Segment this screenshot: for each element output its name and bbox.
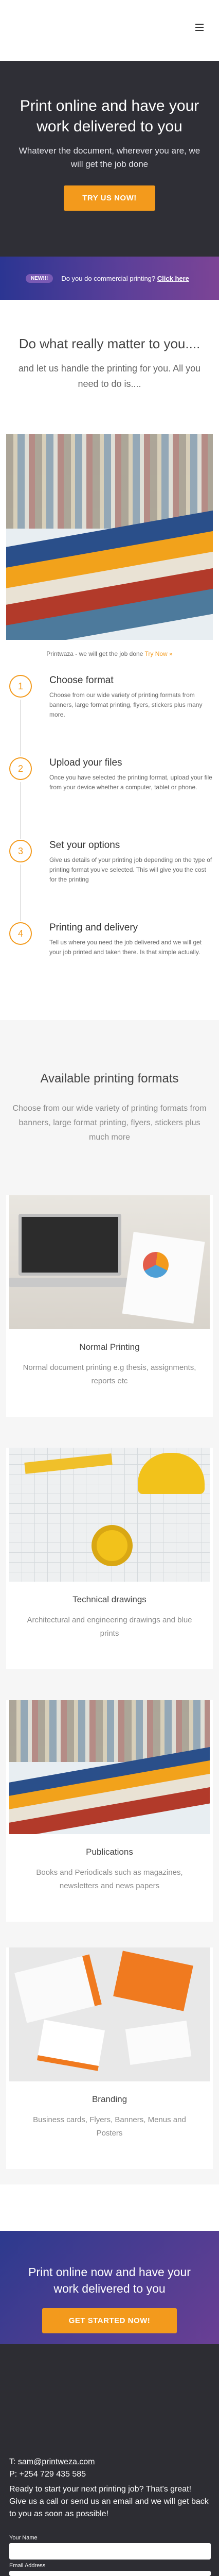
top-bar — [0, 0, 219, 61]
name-field[interactable] — [9, 2543, 211, 2560]
step-text: Once you have selected the printing form… — [49, 774, 212, 791]
blueprint-photo — [9, 1448, 210, 1582]
hero-section: Print online and have your work delivere… — [0, 61, 219, 257]
hero-title: Print online and have your work delivere… — [20, 97, 199, 135]
contact-email-line: T: sam@printweza.com — [9, 2458, 95, 2467]
contact-blurb: Ready to start your next printing job? T… — [9, 2485, 209, 2518]
step-number: 2 — [9, 757, 32, 780]
get-started-button[interactable]: GET STARTED NOW! — [42, 2308, 177, 2333]
format-card-normal-printing[interactable]: Normal Printing Normal document printing… — [6, 1195, 213, 1417]
step-title: Set your options — [49, 840, 120, 851]
step-upload-files: 2 Upload your files Once you have select… — [9, 757, 215, 839]
laptop-photo — [9, 1195, 210, 1329]
step-text: Give us details of your printing job dep… — [49, 856, 212, 883]
step-title: Choose format — [49, 675, 114, 686]
card-title: Normal Printing — [79, 1342, 140, 1352]
hero-subtitle: Whatever the document, wherever you are,… — [19, 146, 200, 169]
card-text: Normal document printing e.g thesis, ass… — [23, 1363, 196, 1385]
intro-heading: Do what really matter to you.... — [19, 336, 200, 351]
promo-text: Do you do commercial printing? Click her… — [61, 275, 189, 282]
email-field[interactable] — [9, 2571, 211, 2576]
card-text: Architectural and engineering drawings a… — [27, 1616, 192, 1638]
format-card-branding[interactable]: Branding Business cards, Flyers, Banners… — [6, 1947, 213, 2169]
caption-text: Printwaza - we will get the job done — [46, 650, 143, 657]
format-card-technical-drawings[interactable]: Technical drawings Architectural and eng… — [6, 1448, 213, 1669]
step-connector — [20, 865, 21, 921]
click-here-link[interactable]: Click here — [157, 275, 189, 282]
try-us-now-button[interactable]: TRY US NOW! — [64, 185, 155, 211]
card-text: Business cards, Flyers, Banners, Menus a… — [33, 2115, 186, 2138]
card-title: Technical drawings — [72, 1595, 147, 1604]
books-photo — [9, 1700, 210, 1834]
books-photo — [6, 434, 213, 640]
step-choose-format: 1 Choose format Choose from our wide var… — [9, 675, 215, 756]
step-title: Upload your files — [49, 757, 122, 768]
name-label: Your Name — [9, 2535, 38, 2541]
email-prefix: T: — [9, 2458, 18, 2466]
step-number: 3 — [9, 840, 32, 862]
step-number: 4 — [9, 922, 32, 945]
card-title: Publications — [86, 1847, 133, 1857]
contact-phone: P: +254 729 435 585 — [9, 2470, 86, 2479]
contact-section: T: sam@printweza.com P: +254 729 435 585… — [0, 2344, 219, 2576]
email-link[interactable]: sam@printweza.com — [18, 2458, 95, 2466]
step-set-options: 3 Set your options Give us details of yo… — [9, 840, 215, 921]
step-text: Choose from our wide variety of printing… — [49, 691, 203, 718]
step-connector — [20, 700, 21, 756]
formats-text: Choose from our wide variety of printing… — [12, 1104, 207, 1142]
intro-text: and let us handle the printing for you. … — [18, 363, 201, 389]
card-text: Books and Periodicals such as magazines,… — [36, 1868, 183, 1890]
branding-photo — [9, 1947, 210, 2081]
step-text: Tell us where you need the job delivered… — [49, 939, 202, 956]
photo-caption: Printwaza - we will get the job done Try… — [0, 650, 219, 657]
intro-section: Do what really matter to you.... and let… — [0, 335, 219, 392]
get-started-section: Print online now and have your work deli… — [0, 2231, 219, 2344]
formats-header: Available printing formats Choose from o… — [0, 1072, 219, 1145]
step-connector — [20, 782, 21, 839]
step-printing-delivery: 4 Printing and delivery Tell us where yo… — [9, 922, 215, 984]
hamburger-menu-icon[interactable] — [193, 21, 206, 34]
step-number: 1 — [9, 675, 32, 698]
step-title: Printing and delivery — [49, 922, 138, 933]
commercial-printing-banner: NEW!!! Do you do commercial printing? Cl… — [0, 257, 219, 300]
formats-heading: Available printing formats — [40, 1072, 179, 1086]
email-label: Email Address — [9, 2563, 46, 2569]
card-title: Branding — [92, 2094, 127, 2104]
format-card-publications[interactable]: Publications Books and Periodicals such … — [6, 1700, 213, 1922]
try-now-link[interactable]: Try Now » — [145, 650, 173, 657]
cta-title: Print online now and have your work deli… — [28, 2265, 191, 2295]
new-badge: NEW!!! — [26, 274, 53, 283]
promo-question: Do you do commercial printing? — [61, 274, 156, 282]
